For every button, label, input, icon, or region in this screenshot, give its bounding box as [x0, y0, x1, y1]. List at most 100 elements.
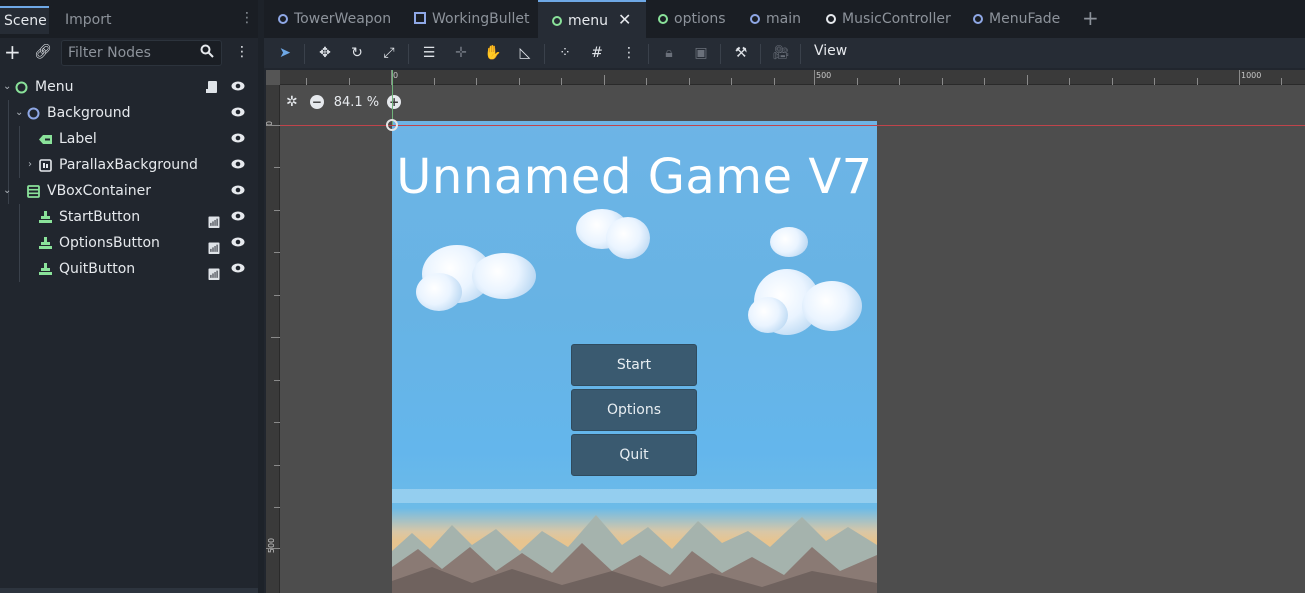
tree-node-menu[interactable]: ⌄ Menu: [0, 74, 258, 100]
lock-icon[interactable]: 🔒︎: [660, 44, 678, 62]
filter-nodes-input[interactable]: [61, 40, 222, 66]
bone-icon[interactable]: ⚒: [732, 44, 750, 62]
ruler-label: 0: [393, 71, 399, 80]
origin-y-axis: [392, 70, 393, 125]
scene-tab-bar: TowerWeapon WorkingBullet menu ✕ options …: [264, 0, 1305, 38]
tab-menufade[interactable]: MenuFade: [973, 0, 1060, 38]
tree-node-options-button[interactable]: OptionsButton 📶︎: [0, 230, 258, 256]
expand-arrow-icon[interactable]: ›: [28, 152, 32, 178]
snap-options-icon[interactable]: ⋮: [620, 44, 638, 62]
add-tab-icon[interactable]: +: [1082, 6, 1099, 30]
canvas-toolbar: ➤ ✥ ↻ ⤢ ☰ ✛ ✋ ◺ ⁘ # ⋮ 🔒︎ ▣ ⚒ 🎥︎ View: [264, 38, 1305, 68]
scene-tree: ⌄ Menu ⌄ Background Label › ParallaxBack…: [0, 74, 258, 282]
grid-snap-icon[interactable]: #: [588, 44, 606, 62]
canvas-viewport[interactable]: 0 500 1000 500 ✲ − 84.1 % + Unnamed Game…: [266, 70, 1305, 593]
visibility-icon[interactable]: [231, 81, 245, 91]
view-menu-button[interactable]: View: [814, 43, 847, 59]
visibility-icon[interactable]: [231, 211, 245, 221]
dock-menu-icon[interactable]: ⋮: [240, 10, 254, 26]
tree-node-start-button[interactable]: StartButton 📶︎: [0, 204, 258, 230]
tab-import[interactable]: Import: [61, 6, 115, 34]
node-icon: [750, 14, 760, 24]
zoom-in-button[interactable]: +: [387, 95, 402, 109]
tree-node-label: Label: [59, 131, 97, 147]
button-icon: [39, 237, 52, 249]
mountains-sprite: [392, 515, 877, 593]
tab-menu[interactable]: menu ✕: [538, 0, 646, 38]
pivot-tool-icon[interactable]: ✛: [452, 44, 470, 62]
tree-node-label: QuitButton: [59, 261, 136, 277]
visibility-icon[interactable]: [231, 263, 245, 273]
label-icon: [39, 135, 52, 144]
filter-options-icon[interactable]: ⋮: [235, 44, 249, 60]
node-icon: [278, 14, 288, 24]
game-canvas[interactable]: Unnamed Game V7 Start Options Quit: [392, 121, 877, 593]
start-button[interactable]: Start: [571, 344, 697, 386]
group-icon[interactable]: ▣: [692, 44, 710, 62]
tree-node-vbox[interactable]: ⌄ VBoxContainer: [0, 178, 258, 204]
filter-row: + 🔗︎ ⋮: [0, 38, 258, 70]
ruler-tool-icon[interactable]: ◺: [516, 44, 534, 62]
tree-node-quit-button[interactable]: QuitButton 📶︎: [0, 256, 258, 282]
cloud-sprite: [748, 297, 788, 333]
zoom-level[interactable]: 84.1 %: [334, 95, 379, 110]
game-title-label: Unnamed Game V7: [396, 149, 873, 205]
dock-tab-bar: Scene Import ⋮: [0, 0, 258, 38]
collapse-arrow-icon[interactable]: ⌄: [3, 178, 11, 204]
zoom-out-button[interactable]: −: [309, 95, 324, 109]
collapse-arrow-icon[interactable]: ⌄: [3, 74, 11, 100]
tree-node-label: StartButton: [59, 209, 141, 225]
center-view-icon[interactable]: ✲: [286, 94, 298, 110]
cloud-sprite: [472, 253, 536, 299]
ruler-label: 1000: [1241, 71, 1262, 80]
visibility-icon[interactable]: [231, 133, 245, 143]
tree-node-label-node[interactable]: Label: [0, 126, 258, 152]
button-icon: [39, 211, 52, 223]
tree-node-parallax[interactable]: › ParallaxBackground: [0, 152, 258, 178]
ruler-label: 500: [816, 71, 832, 80]
camera-override-icon[interactable]: 🎥︎: [772, 44, 790, 62]
visibility-icon[interactable]: [231, 185, 245, 195]
horizontal-ruler: 0 500 1000: [280, 70, 1305, 85]
signal-icon[interactable]: 📶︎: [207, 262, 221, 288]
search-icon: [200, 44, 214, 62]
visibility-icon[interactable]: [231, 107, 245, 117]
tree-node-label: Menu: [35, 79, 74, 95]
tab-scene[interactable]: Scene: [0, 6, 49, 34]
node2d-icon: [658, 14, 668, 24]
rotate-tool-icon[interactable]: ↻: [348, 44, 366, 62]
origin-x-axis: [280, 125, 1305, 126]
node-icon: [27, 107, 40, 120]
control-icon: [414, 12, 426, 24]
dock-bottom-divider: [0, 588, 258, 593]
script-icon[interactable]: [206, 80, 218, 94]
tab-musiccontroller[interactable]: MusicController: [826, 0, 951, 38]
tab-towerweapon[interactable]: TowerWeapon: [278, 0, 391, 38]
scale-tool-icon[interactable]: ⤢: [380, 44, 398, 62]
origin-marker-icon: [386, 119, 398, 131]
add-node-icon[interactable]: +: [4, 40, 21, 64]
move-tool-icon[interactable]: ✥: [316, 44, 334, 62]
options-button[interactable]: Options: [571, 389, 697, 431]
editor-main: TowerWeapon WorkingBullet menu ✕ options …: [264, 0, 1305, 593]
instance-scene-icon[interactable]: 🔗︎: [34, 44, 52, 60]
tab-workingbullet[interactable]: WorkingBullet: [414, 0, 529, 38]
quit-button[interactable]: Quit: [571, 434, 697, 476]
node-icon: [826, 14, 836, 24]
button-icon: [39, 263, 52, 275]
collapse-arrow-icon[interactable]: ⌄: [15, 100, 23, 126]
node2d-icon: [552, 16, 562, 26]
list-select-icon[interactable]: ☰: [420, 44, 438, 62]
vertical-ruler: 0 500: [266, 85, 280, 593]
pan-tool-icon[interactable]: ✋: [484, 44, 502, 62]
tab-main[interactable]: main: [750, 0, 801, 38]
cloud-sprite: [416, 273, 462, 311]
cloud-sprite: [802, 281, 862, 331]
visibility-icon[interactable]: [231, 237, 245, 247]
visibility-icon[interactable]: [231, 159, 245, 169]
smart-snap-icon[interactable]: ⁘: [556, 44, 574, 62]
close-icon[interactable]: ✕: [618, 10, 631, 29]
tab-options[interactable]: options: [658, 0, 726, 38]
tree-node-background[interactable]: ⌄ Background: [0, 100, 258, 126]
select-tool-icon[interactable]: ➤: [276, 44, 294, 62]
